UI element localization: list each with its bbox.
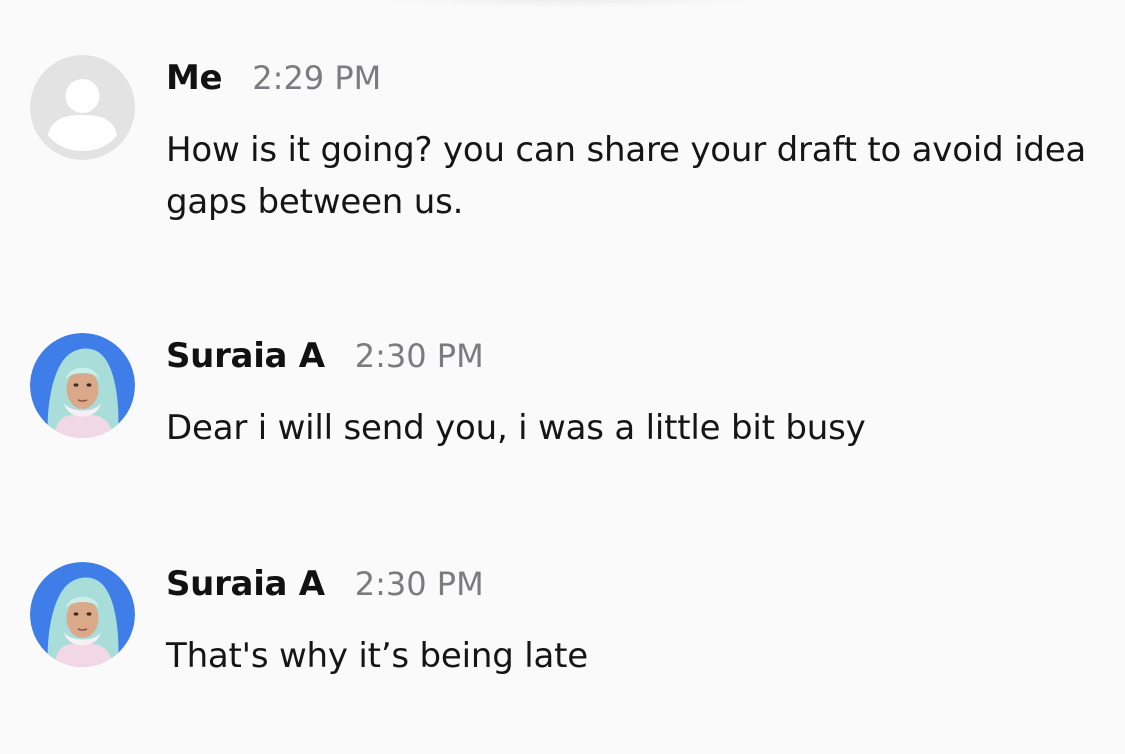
avatar[interactable]	[30, 333, 135, 438]
message-timestamp: 2:29 PM	[252, 59, 382, 97]
avatar[interactable]	[30, 55, 135, 160]
message-text: That's why it’s being late	[166, 636, 588, 676]
sender-name[interactable]: Me	[166, 58, 223, 98]
profile-photo-icon	[30, 562, 135, 667]
message-timestamp: 2:30 PM	[354, 337, 484, 375]
default-user-icon	[30, 55, 135, 160]
message-text: Dear i will send you, i was a little bit…	[166, 408, 866, 448]
message-timestamp: 2:30 PM	[354, 565, 484, 603]
profile-photo-icon	[30, 333, 135, 438]
message-text: How is it going? you can share your draf…	[166, 130, 1087, 222]
avatar[interactable]	[30, 562, 135, 667]
top-scroll-shadow	[380, 0, 760, 8]
sender-name[interactable]: Suraia A	[166, 336, 325, 376]
sender-name[interactable]: Suraia A	[166, 564, 325, 604]
